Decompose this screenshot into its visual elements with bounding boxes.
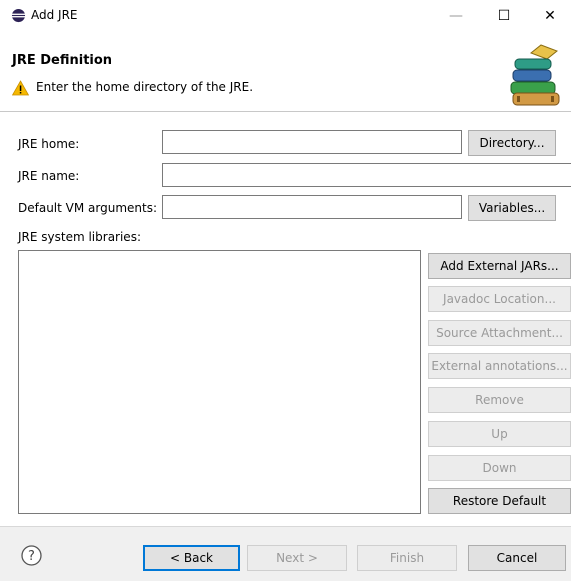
help-icon[interactable]: ? — [21, 545, 42, 566]
minimize-button[interactable]: — — [433, 0, 479, 32]
back-button[interactable]: < Back — [143, 545, 240, 571]
external-annotations-button[interactable]: External annotations... — [428, 353, 571, 379]
jre-name-label: JRE name: — [18, 169, 80, 183]
down-button[interactable]: Down — [428, 455, 571, 481]
window-title: Add JRE — [31, 8, 78, 22]
close-button[interactable]: ✕ — [527, 0, 571, 32]
maximize-button[interactable]: ☐ — [481, 0, 527, 32]
next-button[interactable]: Next > — [247, 545, 347, 571]
up-button[interactable]: Up — [428, 421, 571, 447]
header-message: Enter the home directory of the JRE. — [36, 80, 254, 94]
finish-button[interactable]: Finish — [357, 545, 457, 571]
variables-button[interactable]: Variables... — [468, 195, 556, 221]
cancel-button[interactable]: Cancel — [468, 545, 566, 571]
libraries-label: JRE system libraries: — [18, 230, 141, 244]
libraries-list[interactable] — [18, 250, 421, 514]
vm-args-label: Default VM arguments: — [18, 201, 158, 215]
page-title: JRE Definition — [12, 53, 113, 68]
jre-home-input[interactable] — [162, 130, 462, 154]
add-external-jars-button[interactable]: Add External JARs... — [428, 253, 571, 279]
title-bar: Add JRE — ☐ ✕ — [0, 0, 571, 32]
help-glyph: ? — [28, 549, 35, 564]
directory-button[interactable]: Directory... — [468, 130, 556, 156]
remove-button[interactable]: Remove — [428, 387, 571, 413]
jre-name-input[interactable] — [162, 163, 571, 187]
source-attachment-button[interactable]: Source Attachment... — [428, 320, 571, 346]
header-divider — [0, 111, 571, 112]
restore-default-button[interactable]: Restore Default — [428, 488, 571, 514]
warning-icon — [12, 80, 29, 96]
vm-args-input[interactable] — [162, 195, 462, 219]
jre-home-label: JRE home: — [18, 137, 80, 151]
eclipse-icon — [11, 8, 26, 23]
books-icon — [510, 44, 560, 106]
javadoc-location-button[interactable]: Javadoc Location... — [428, 286, 571, 312]
